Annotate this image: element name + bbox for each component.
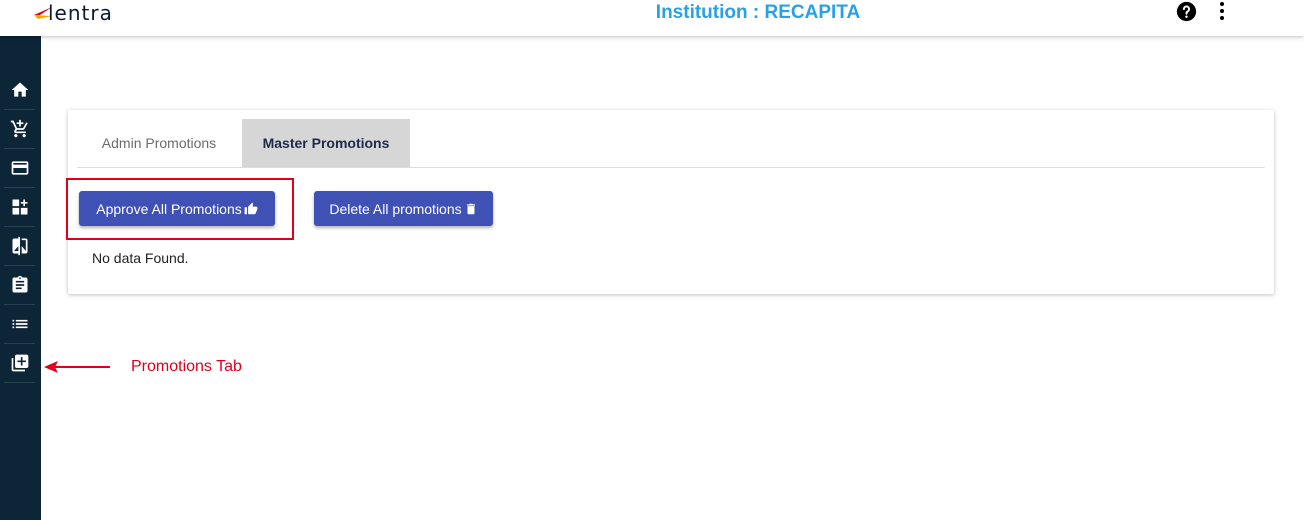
sidebar-item-compare[interactable]	[4, 227, 35, 266]
list-icon	[12, 319, 27, 329]
home-icon	[11, 82, 28, 97]
sidebar-item-cart[interactable]	[4, 110, 35, 149]
help-circle-icon[interactable]	[1176, 1, 1197, 22]
lentra-logo[interactable]: lentra	[30, 2, 113, 24]
cart-plus-icon	[10, 119, 28, 138]
sidebar-item-clipboard[interactable]	[4, 266, 35, 305]
sidebar	[0, 36, 41, 520]
annotation-arrow-icon	[44, 361, 110, 373]
sidebar-item-dashboard[interactable]	[4, 188, 35, 227]
tab-divider	[77, 167, 1265, 168]
clipboard-icon	[12, 275, 27, 293]
library-add-icon	[11, 354, 28, 372]
tab-admin-promotions[interactable]: Admin Promotions	[77, 119, 241, 167]
dashboard-add-icon	[12, 199, 27, 215]
institution-title: Institution : RECAPITA	[655, 2, 861, 23]
compare-icon	[12, 236, 27, 256]
sidebar-item-home[interactable]	[4, 71, 35, 110]
delete-all-promotions-button[interactable]: Delete All promotions	[314, 191, 493, 226]
more-vertical-icon[interactable]	[1213, 1, 1231, 21]
logo-text: lentra	[48, 1, 113, 25]
trash-icon	[466, 203, 475, 214]
annotation-highlight-box	[66, 178, 294, 240]
tab-master-promotions[interactable]: Master Promotions	[242, 119, 410, 167]
annotation-label: Promotions Tab	[131, 358, 242, 375]
empty-state-message: No data Found.	[92, 250, 189, 266]
sidebar-item-card[interactable]	[4, 149, 35, 188]
delete-button-label: Delete All promotions	[329, 200, 462, 217]
sidebar-item-promotions[interactable]	[4, 344, 35, 383]
credit-card-icon	[11, 161, 28, 175]
top-bar: lentra Institution : RECAPITA	[0, 0, 1304, 36]
sidebar-item-list[interactable]	[4, 305, 35, 344]
